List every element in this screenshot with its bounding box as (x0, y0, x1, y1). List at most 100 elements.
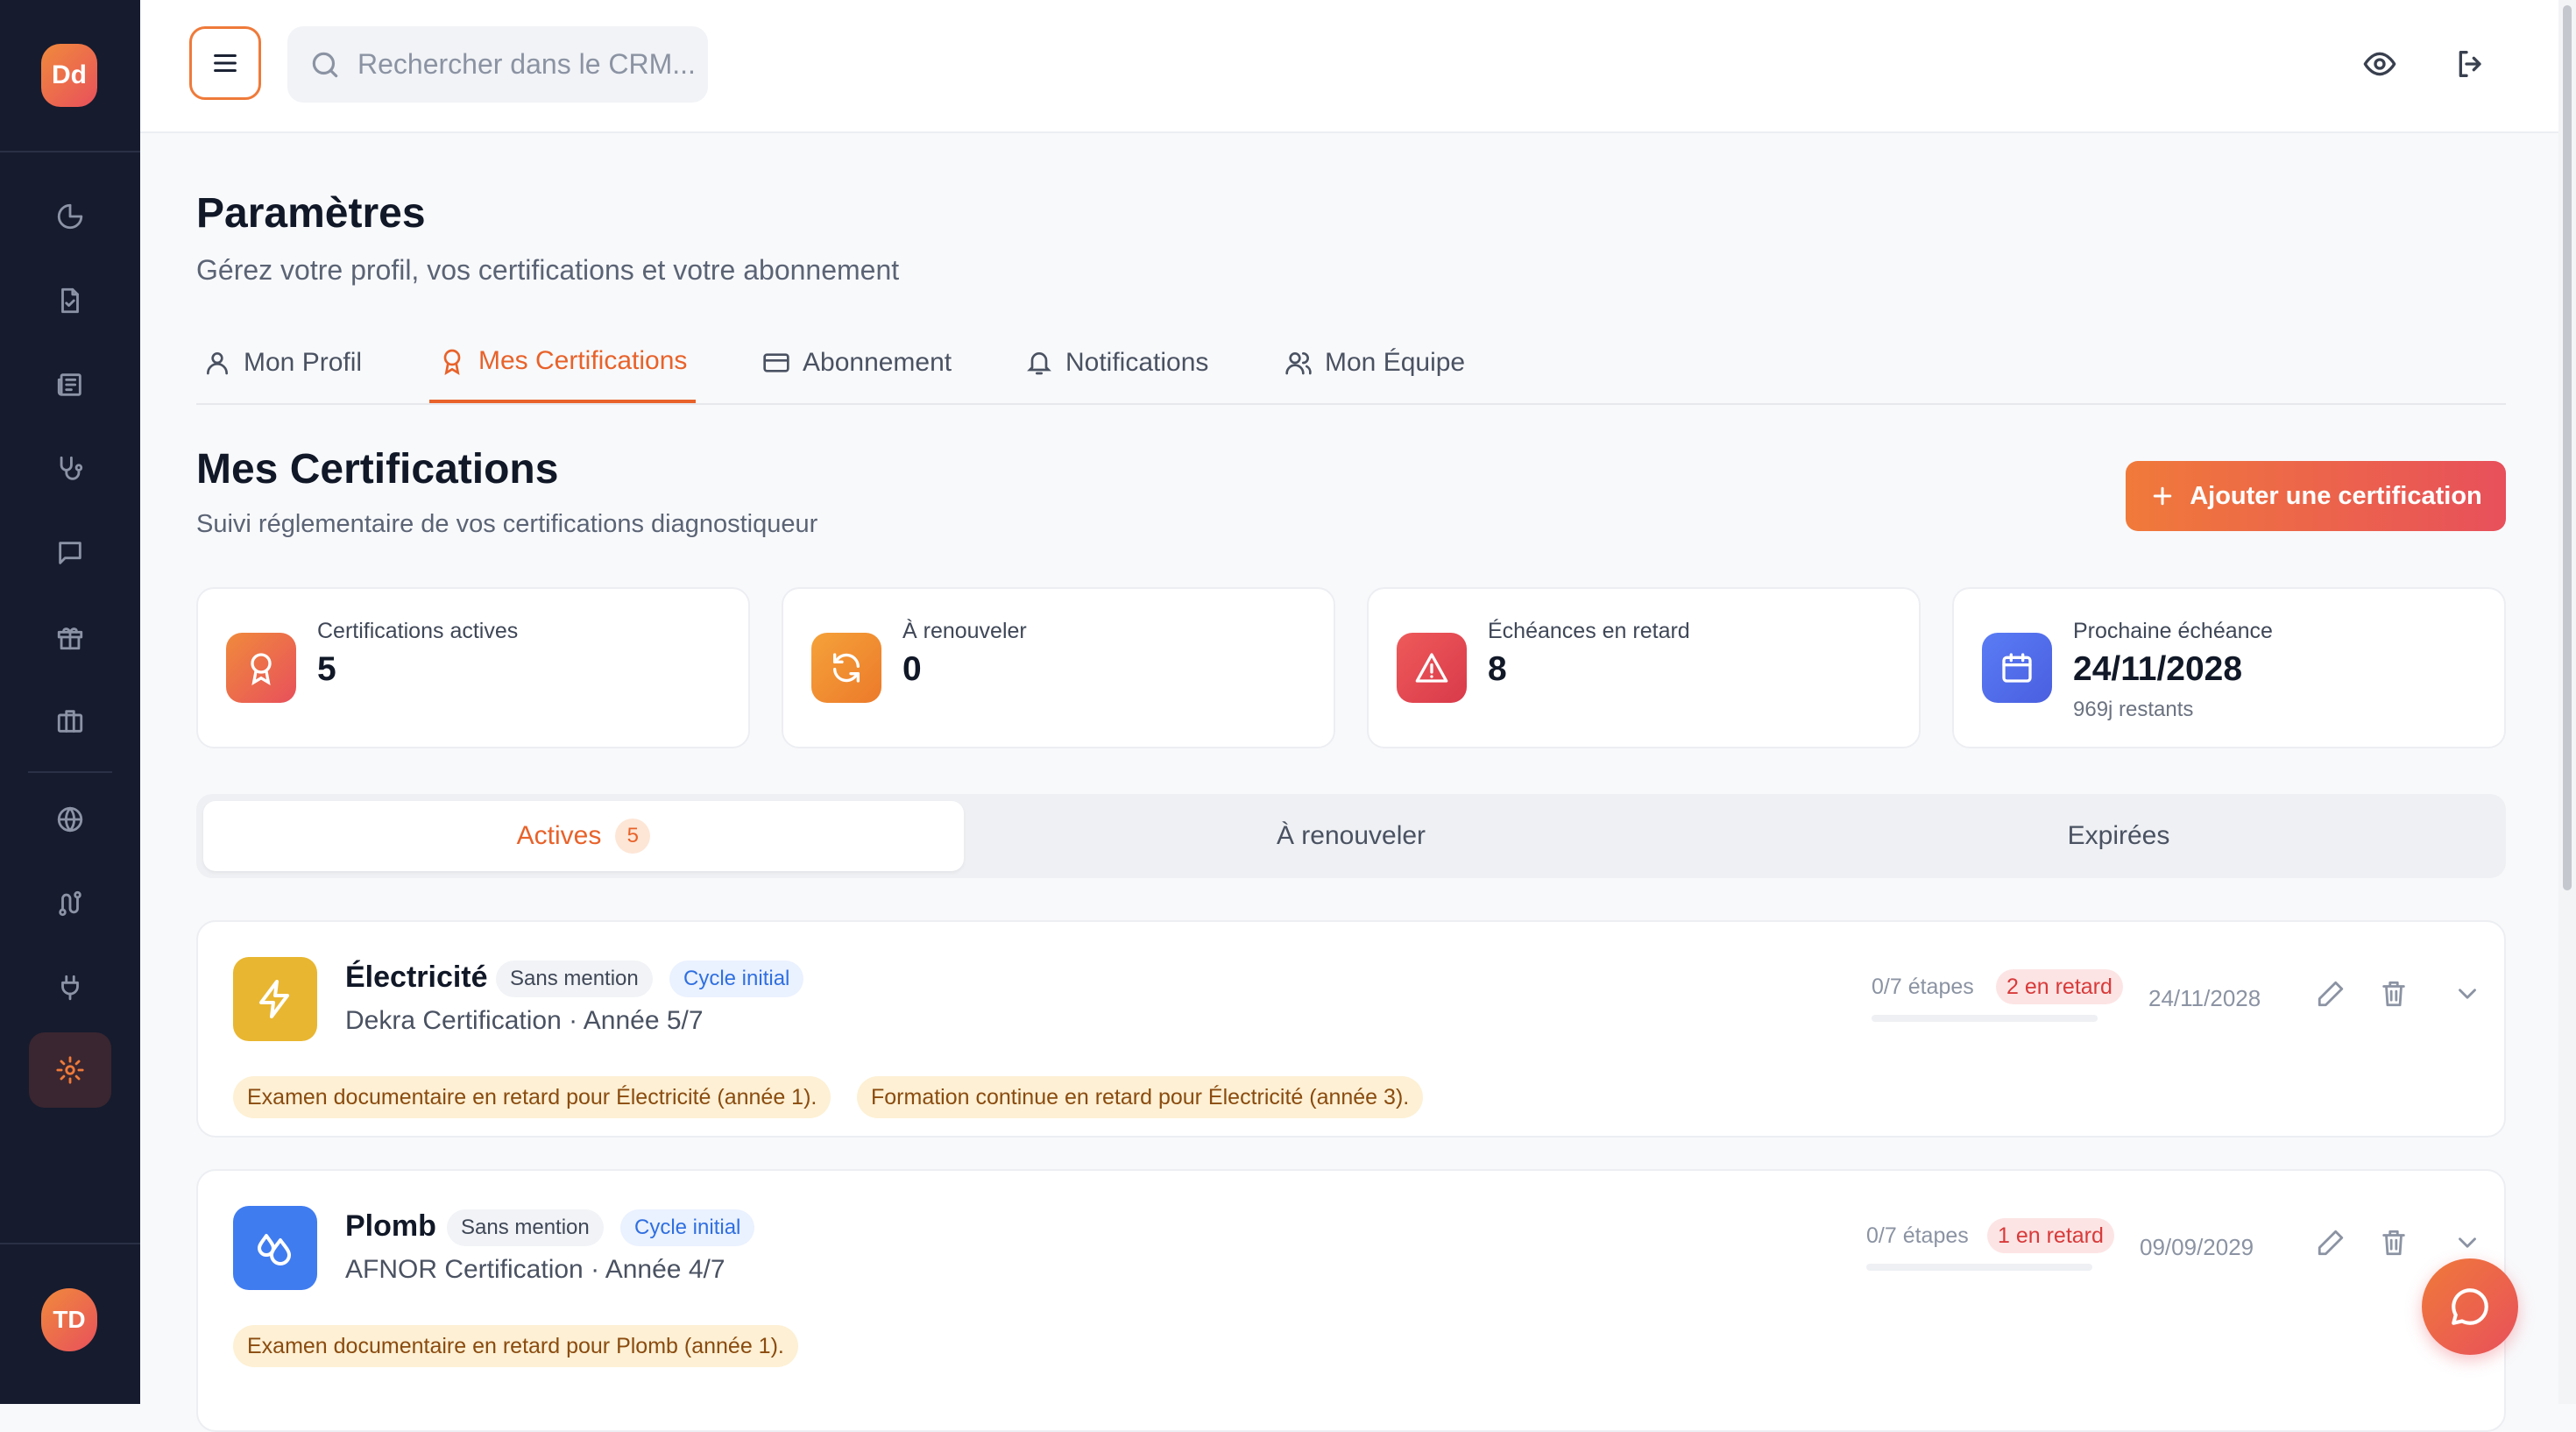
expand-button[interactable] (2450, 1225, 2485, 1260)
page-title: Paramètres (196, 190, 426, 237)
stat-card-renew: À renouveler 0 (782, 587, 1335, 748)
route-icon (59, 890, 81, 917)
logout-icon (2459, 51, 2481, 78)
settings-icon (56, 1056, 84, 1084)
sidebar-item-web[interactable] (29, 782, 111, 857)
filter-tab-active[interactable]: Actives 5 (203, 801, 964, 871)
stat-label: Échéances en retard (1488, 619, 1690, 643)
refresh-icon (833, 653, 860, 683)
add-button-label: Ajouter une certification (2190, 481, 2482, 510)
stat-card-next-deadline: Prochaine échéance 24/11/2028 969j resta… (1952, 587, 2506, 748)
user-avatar[interactable]: TD (41, 1288, 97, 1351)
chevron-down-icon (2459, 1237, 2476, 1248)
stat-value: 8 (1488, 650, 1507, 688)
chevron-down-icon (2459, 989, 2476, 999)
sidebar-item-medical[interactable] (29, 431, 111, 507)
tab-subscription[interactable]: Abonnement (762, 323, 952, 403)
sidebar-item-business[interactable] (29, 684, 111, 759)
droplets-icon (258, 1234, 291, 1265)
hamburger-icon (214, 53, 237, 73)
stethoscope-icon (60, 456, 83, 480)
zap-icon (259, 980, 289, 1018)
edit-button[interactable] (2313, 1225, 2348, 1260)
award-icon (443, 349, 461, 375)
gift-icon (57, 627, 83, 650)
stat-icon-badge (1397, 633, 1467, 703)
stat-label: Prochaine échéance (2073, 619, 2273, 643)
search-input[interactable]: Rechercher dans le CRM... (287, 26, 708, 103)
search-icon (312, 52, 338, 77)
sidebar-item-messages[interactable] (29, 515, 111, 591)
certification-card[interactable]: Plomb Sans mention Cycle initial AFNOR C… (196, 1169, 2506, 1432)
message-icon (59, 542, 81, 564)
stat-icon-badge (226, 633, 296, 703)
tab-profile[interactable]: Mon Profil (203, 323, 362, 403)
sidebar-divider (0, 1243, 140, 1244)
stat-icon-badge (811, 633, 881, 703)
search-placeholder: Rechercher dans le CRM... (357, 48, 696, 80)
stat-remaining-days: 969j restants (2073, 698, 2194, 721)
tab-certifications[interactable]: Mes Certifications (429, 323, 697, 403)
stat-card-active: Certifications actives 5 (196, 587, 750, 748)
certification-type-badge (233, 1206, 317, 1290)
app-logo[interactable]: Dd (41, 44, 97, 107)
users-icon (1285, 352, 1312, 375)
delete-button[interactable] (2376, 976, 2411, 1011)
filter-tab-renew[interactable]: À renouveler (971, 801, 1731, 871)
edit-button[interactable] (2313, 976, 2348, 1011)
filter-tab-expired[interactable]: Expirées (1738, 801, 2499, 871)
certification-expiry-date: 09/09/2029 (2140, 1234, 2254, 1260)
sidebar-item-news[interactable] (29, 347, 111, 422)
chat-button[interactable] (2422, 1258, 2518, 1355)
add-certification-button[interactable]: Ajouter une certification (2126, 461, 2506, 531)
certification-type-badge (233, 957, 317, 1041)
mention-badge: Sans mention (447, 1209, 604, 1246)
menu-button[interactable] (189, 26, 261, 100)
sidebar-item-routes[interactable] (29, 866, 111, 941)
sidebar-item-gifts[interactable] (29, 599, 111, 675)
stat-label: À renouveler (902, 619, 1027, 643)
tab-team[interactable]: Mon Équipe (1284, 323, 1465, 403)
stat-label: Certifications actives (317, 619, 519, 643)
sidebar-item-dashboard[interactable] (29, 179, 111, 254)
calendar-icon (2002, 653, 2032, 683)
steps-progress-bar (1866, 1264, 2092, 1271)
eye-icon (2363, 52, 2396, 76)
sidebar-divider (28, 771, 112, 773)
overdue-warning: Examen documentaire en retard pour Plomb… (233, 1325, 798, 1367)
globe-icon (57, 806, 83, 833)
pencil-icon (2318, 981, 2344, 1007)
plug-icon (61, 975, 79, 1001)
certification-expiry-date: 24/11/2028 (2148, 985, 2261, 1011)
late-badge: 2 en retard (1996, 969, 2123, 1004)
top-bar: Rechercher dans le CRM... (140, 0, 2576, 133)
count-badge: 5 (615, 819, 651, 854)
late-badge: 1 en retard (1987, 1218, 2114, 1253)
filter-tab-label: Actives (516, 821, 602, 850)
chat-bubble-icon (2452, 1288, 2488, 1325)
tab-notifications[interactable]: Notifications (1025, 323, 1208, 403)
sidebar-divider (0, 151, 140, 152)
sidebar-item-settings[interactable] (29, 1032, 111, 1108)
sidebar: Dd TD (0, 0, 140, 1404)
briefcase-icon (57, 710, 83, 733)
bell-icon (1027, 352, 1051, 375)
sidebar-item-diagnostics[interactable] (29, 263, 111, 338)
overdue-warning: Formation continue en retard pour Électr… (857, 1076, 1424, 1118)
sidebar-item-integrations[interactable] (29, 950, 111, 1025)
certification-card[interactable]: Électricité Sans mention Cycle initial D… (196, 920, 2506, 1138)
filter-tab-label: À renouveler (1276, 821, 1426, 850)
user-icon (207, 352, 228, 375)
filter-tab-label: Expirées (2067, 821, 2170, 850)
preview-button[interactable] (2357, 39, 2403, 89)
settings-tabs: Mon Profil Mes Certifications Abonnement… (196, 323, 2506, 405)
steps-count: 0/7 étapes (1872, 975, 1974, 999)
certification-name: Électricité (345, 961, 488, 994)
tab-label: Mon Équipe (1325, 348, 1466, 377)
scrollbar-thumb[interactable] (2563, 5, 2572, 890)
expand-button[interactable] (2450, 976, 2485, 1011)
section-title: Mes Certifications (196, 446, 559, 493)
logout-button[interactable] (2448, 39, 2494, 89)
delete-button[interactable] (2376, 1225, 2411, 1260)
stat-value: 0 (902, 650, 922, 688)
